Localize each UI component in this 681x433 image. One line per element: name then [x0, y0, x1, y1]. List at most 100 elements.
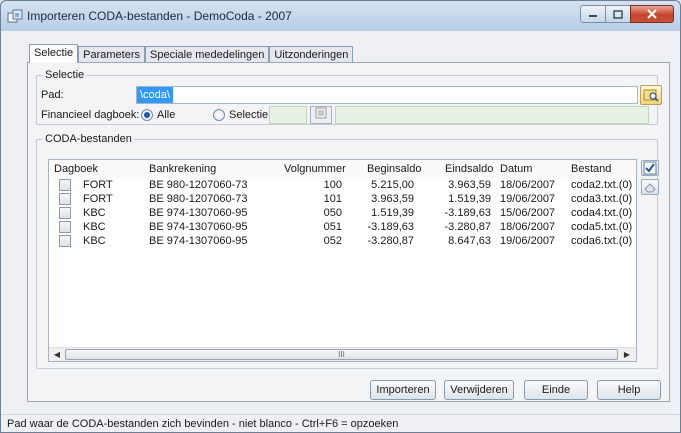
cell-bestand: coda5.txt.(0) — [571, 221, 633, 233]
tab-panel-selectie: Selectie Pad: \coda\ Financieel dagboek:… — [27, 62, 670, 402]
pad-lookup-button[interactable] — [640, 85, 662, 105]
cell-eindsaldo: 8.647,63 — [448, 235, 491, 247]
cell-eindsaldo: -3.189,63 — [444, 207, 491, 219]
cell-dagboek: KBC — [83, 207, 106, 219]
row-checkbox[interactable] — [59, 179, 71, 191]
maximize-button[interactable] — [605, 5, 631, 23]
cell-volgnummer: 101 — [323, 193, 342, 205]
cell-bestand: coda4.txt.(0) — [571, 207, 633, 219]
cell-eindsaldo: 1.519,39 — [448, 193, 491, 205]
cell-beginsaldo: -3.280,87 — [367, 235, 414, 247]
cell-volgnummer: 052 — [323, 235, 342, 247]
help-label: Help — [617, 384, 641, 396]
tab-parameters[interactable]: Parameters — [78, 46, 145, 63]
dagboek-lookup-button[interactable] — [310, 106, 332, 124]
scroll-left-icon[interactable]: ◀ — [50, 349, 64, 361]
importeren-label: Importeren — [376, 384, 430, 396]
table-row[interactable]: FORT BE 980-1207060-73 100 5.215,00 3.96… — [49, 178, 636, 192]
horizontal-scrollbar[interactable]: ◀ III ▶ — [49, 347, 636, 361]
importeren-button[interactable]: Importeren — [370, 380, 436, 400]
column-header-beginsaldo[interactable]: Beginsaldo — [367, 163, 421, 175]
select-all-button[interactable] — [641, 160, 659, 176]
coda-bestanden-group: CODA-bestanden Dagboek Bankrekening Volg… — [36, 133, 659, 369]
cell-bestand: coda3.txt.(0) — [571, 193, 633, 205]
cell-eindsaldo: 3.963,59 — [448, 179, 491, 191]
dagboek-selectie-input[interactable] — [269, 106, 307, 124]
tab-label: Uitzonderingen — [274, 49, 349, 61]
tab-selectie[interactable]: Selectie — [29, 44, 79, 63]
cell-volgnummer: 100 — [323, 179, 342, 191]
verwijderen-button[interactable]: Verwijderen — [444, 380, 514, 400]
cell-dagboek: FORT — [83, 193, 113, 205]
cell-datum: 19/06/2007 — [500, 235, 556, 247]
dagboek-omschrijving-field — [335, 106, 649, 124]
column-header-volgnummer[interactable]: Volgnummer — [284, 163, 346, 175]
column-header-datum[interactable]: Datum — [500, 163, 532, 175]
einde-button[interactable]: Einde — [524, 380, 588, 400]
cell-dagboek: FORT — [83, 179, 113, 191]
scroll-grip: III — [338, 350, 345, 359]
row-checkbox[interactable] — [59, 235, 71, 247]
tab-label: Parameters — [83, 49, 140, 61]
cell-bankrekening: BE 974-1307060-95 — [149, 235, 248, 247]
minimize-icon — [589, 15, 597, 17]
help-button[interactable]: Help — [597, 380, 661, 400]
table-row[interactable]: KBC BE 974-1307060-95 051 -3.189,63 -3.2… — [49, 220, 636, 234]
tab-label: Selectie — [34, 47, 74, 59]
list-header: Dagboek Bankrekening Volgnummer Beginsal… — [49, 160, 636, 179]
tab-strip: Selectie Parameters Speciale mededelinge… — [29, 44, 354, 63]
table-row[interactable]: KBC BE 974-1307060-95 050 1.519,39 -3.18… — [49, 206, 636, 220]
radio-selectie[interactable] — [213, 109, 225, 121]
row-checkbox[interactable] — [59, 207, 71, 219]
close-button[interactable] — [630, 5, 674, 23]
deselect-all-button[interactable] — [641, 179, 659, 195]
cell-datum: 18/06/2007 — [500, 221, 556, 233]
cell-bankrekening: BE 980-1207060-73 — [149, 179, 248, 191]
tab-speciale-mededelingen[interactable]: Speciale mededelingen — [145, 46, 270, 63]
app-icon — [7, 9, 23, 23]
cell-bankrekening: BE 980-1207060-73 — [149, 193, 248, 205]
folder-search-icon — [643, 89, 659, 102]
cell-beginsaldo: -3.189,63 — [367, 221, 414, 233]
scroll-right-icon[interactable]: ▶ — [620, 349, 634, 361]
row-checkbox[interactable] — [59, 193, 71, 205]
column-header-bankrekening[interactable]: Bankrekening — [149, 163, 216, 175]
cell-dagboek: KBC — [83, 235, 106, 247]
scrollbar-thumb[interactable]: III — [65, 349, 618, 360]
column-header-dagboek[interactable]: Dagboek — [54, 163, 98, 175]
row-checkbox[interactable] — [59, 221, 71, 233]
minimize-button[interactable] — [580, 5, 606, 23]
close-icon — [647, 9, 657, 19]
dagboek-label: Financieel dagboek: — [41, 109, 140, 121]
title-bar[interactable]: Importeren CODA-bestanden - DemoCoda - 2… — [1, 1, 680, 31]
tab-label: Speciale mededelingen — [150, 49, 265, 61]
status-bar: Pad waar de CODA-bestanden zich bevinden… — [1, 414, 680, 432]
verwijderen-label: Verwijderen — [450, 384, 508, 396]
maximize-icon — [613, 9, 623, 19]
window-title: Importeren CODA-bestanden - DemoCoda - 2… — [27, 9, 292, 23]
table-row[interactable]: FORT BE 980-1207060-73 101 3.963,59 1.51… — [49, 192, 636, 206]
app-window: Importeren CODA-bestanden - DemoCoda - 2… — [0, 0, 681, 433]
cell-datum: 15/06/2007 — [500, 207, 556, 219]
client-area: Selectie Parameters Speciale mededelinge… — [7, 31, 674, 414]
radio-selectie-label: Selectie: — [229, 109, 272, 121]
column-header-eindsaldo[interactable]: Eindsaldo — [445, 163, 493, 175]
table-row[interactable]: KBC BE 974-1307060-95 052 -3.280,87 8.64… — [49, 234, 636, 248]
coda-group-label: CODA-bestanden — [43, 133, 134, 145]
eraser-icon — [644, 183, 656, 193]
tab-uitzonderingen[interactable]: Uitzonderingen — [269, 46, 354, 63]
selectie-group: Selectie Pad: \coda\ Financieel dagboek:… — [36, 69, 662, 125]
cell-datum: 19/06/2007 — [500, 193, 556, 205]
radio-alle[interactable] — [141, 109, 153, 121]
cell-bestand: coda6.txt.(0) — [571, 235, 633, 247]
list-icon — [315, 107, 327, 119]
cell-eindsaldo: -3.280,87 — [444, 221, 491, 233]
coda-file-list[interactable]: Dagboek Bankrekening Volgnummer Beginsal… — [48, 159, 637, 362]
cell-beginsaldo: 3.963,59 — [371, 193, 414, 205]
pad-input[interactable]: \coda\ — [136, 86, 638, 104]
status-text: Pad waar de CODA-bestanden zich bevinden… — [7, 418, 399, 430]
cell-beginsaldo: 5.215,00 — [371, 179, 414, 191]
einde-label: Einde — [541, 384, 571, 396]
column-header-bestand[interactable]: Bestand — [571, 163, 611, 175]
cell-bankrekening: BE 974-1307060-95 — [149, 221, 248, 233]
